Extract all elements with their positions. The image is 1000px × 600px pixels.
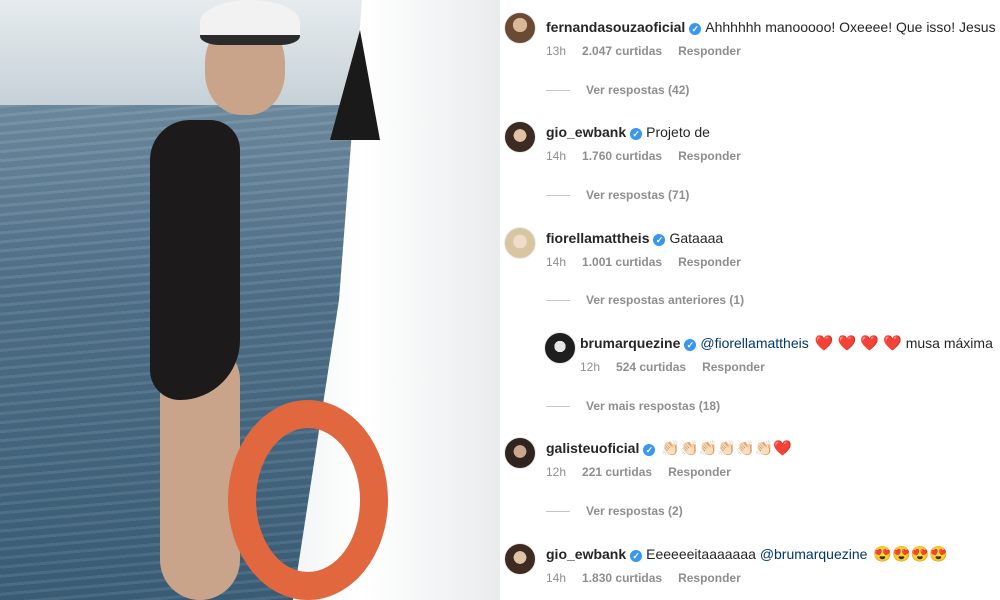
view-replies-label: Ver mais respostas (18) bbox=[586, 399, 721, 413]
comment-line: gio_ewbank ✓ Eeeeeeitaaaaaaa @brumarquezin… bbox=[546, 545, 948, 564]
comment-text: Gataaaa bbox=[669, 230, 724, 246]
comment-text: Eeeeeeitaaaaaaa bbox=[646, 546, 756, 562]
divider bbox=[546, 406, 570, 408]
view-more-replies-button[interactable]: Ver mais respostas (18) bbox=[546, 399, 720, 413]
heart-emoji-icon: ❤️ ❤️ ❤️ ❤️ bbox=[814, 335, 902, 352]
comment-meta: 13h 2.047 curtidas Responder bbox=[546, 44, 757, 58]
comment-likes[interactable]: 1.001 curtidas bbox=[582, 255, 662, 269]
view-replies-button[interactable]: Ver respostas (71) bbox=[546, 188, 689, 202]
verified-badge-icon: ✓ bbox=[630, 550, 643, 562]
avatar[interactable] bbox=[504, 543, 536, 575]
post-photo[interactable] bbox=[0, 0, 500, 600]
comment-line: gio_ewbank ✓ Projeto de bbox=[546, 123, 710, 141]
photo-life-ring bbox=[228, 400, 388, 600]
comment-username[interactable]: galisteuoficial bbox=[546, 440, 639, 456]
view-replies-label: Ver respostas (71) bbox=[586, 188, 690, 202]
comment-line: galisteuoficial ✓ 👏🏻👏🏻👏🏻👏🏻👏🏻👏🏻❤️ bbox=[546, 439, 792, 458]
comment-line: brumarquezine ✓ @fiorellamattheis ❤️ ❤️ ❤️… bbox=[580, 334, 993, 353]
avatar[interactable] bbox=[504, 227, 536, 259]
verified-badge-icon: ✓ bbox=[643, 444, 656, 456]
comment-meta: 14h 1.760 curtidas Responder bbox=[546, 149, 757, 163]
comment-text: Ahhhhhh manooooo! Oxeeee! Que isso! Jesu… bbox=[705, 19, 996, 35]
reply-button[interactable]: Responder bbox=[678, 149, 741, 163]
comment-likes[interactable]: 1.830 curtidas bbox=[582, 571, 662, 585]
comment-username[interactable]: fernandasouzaoficial bbox=[546, 19, 685, 35]
verified-badge-icon: ✓ bbox=[630, 128, 643, 140]
comment-meta: 14h 1.830 curtidas Responder bbox=[546, 571, 757, 585]
photo-figure-swimsuit bbox=[150, 120, 240, 400]
comment-text: musa máxima bbox=[905, 335, 993, 351]
comment-likes[interactable]: 524 curtidas bbox=[616, 360, 686, 374]
reply-button[interactable]: Responder bbox=[702, 360, 765, 374]
comment-time[interactable]: 14h bbox=[546, 571, 566, 585]
comment-time[interactable]: 12h bbox=[546, 465, 566, 479]
view-replies-button[interactable]: Ver respostas (2) bbox=[546, 504, 683, 518]
comment-likes[interactable]: 221 curtidas bbox=[582, 465, 652, 479]
divider bbox=[546, 300, 570, 302]
reply-button[interactable]: Responder bbox=[678, 44, 741, 58]
view-replies-button[interactable]: Ver respostas anteriores (1) bbox=[546, 293, 744, 307]
divider bbox=[546, 90, 570, 92]
comment-username[interactable]: gio_ewbank bbox=[546, 124, 626, 140]
view-replies-label: Ver respostas (2) bbox=[586, 504, 683, 518]
comment-line: fiorellamattheis ✓ Gataaaa bbox=[546, 229, 723, 247]
photo-captain-hat bbox=[200, 0, 300, 45]
comment-meta: 12h 524 curtidas Responder bbox=[580, 360, 781, 374]
comment-line: fernandasouzaoficial ✓ Ahhhhhh manooooo! O… bbox=[546, 18, 996, 36]
view-replies-label: Ver respostas anteriores (1) bbox=[586, 293, 745, 307]
verified-badge-icon: ✓ bbox=[684, 339, 697, 351]
reply-button[interactable]: Responder bbox=[678, 255, 741, 269]
comment-meta: 12h 221 curtidas Responder bbox=[546, 465, 747, 479]
avatar[interactable] bbox=[504, 121, 536, 153]
comments-panel: fernandasouzaoficial ✓ Ahhhhhh manooooo! O… bbox=[500, 0, 1000, 600]
view-replies-button[interactable]: Ver respostas (42) bbox=[546, 83, 689, 97]
verified-badge-icon: ✓ bbox=[653, 234, 666, 246]
comment-username[interactable]: brumarquezine bbox=[580, 335, 680, 351]
mention-link[interactable]: @brumarquezine bbox=[760, 546, 868, 562]
clap-emoji-icon: 👏🏻👏🏻👏🏻👏🏻👏🏻👏🏻❤️ bbox=[661, 440, 793, 457]
comment-likes[interactable]: 2.047 curtidas bbox=[582, 44, 662, 58]
divider bbox=[546, 511, 570, 513]
reply-button[interactable]: Responder bbox=[668, 465, 731, 479]
comment-time[interactable]: 13h bbox=[546, 44, 566, 58]
divider bbox=[546, 195, 570, 197]
mention-link[interactable]: @fiorellamattheis bbox=[700, 335, 808, 351]
comment-username[interactable]: fiorellamattheis bbox=[546, 230, 649, 246]
comment-time[interactable]: 14h bbox=[546, 149, 566, 163]
comment-time[interactable]: 14h bbox=[546, 255, 566, 269]
comment-likes[interactable]: 1.760 curtidas bbox=[582, 149, 662, 163]
heart-eyes-emoji-icon: 😍😍😍😍 bbox=[873, 546, 949, 563]
reply-button[interactable]: Responder bbox=[678, 571, 741, 585]
avatar[interactable] bbox=[504, 12, 536, 44]
avatar[interactable] bbox=[544, 332, 576, 364]
comment-username[interactable]: gio_ewbank bbox=[546, 546, 626, 562]
comment-time[interactable]: 12h bbox=[580, 360, 600, 374]
comment-text: Projeto de bbox=[646, 124, 710, 140]
avatar[interactable] bbox=[504, 437, 536, 469]
verified-badge-icon: ✓ bbox=[689, 23, 702, 35]
view-replies-label: Ver respostas (42) bbox=[586, 83, 690, 97]
comment-meta: 14h 1.001 curtidas Responder bbox=[546, 255, 757, 269]
